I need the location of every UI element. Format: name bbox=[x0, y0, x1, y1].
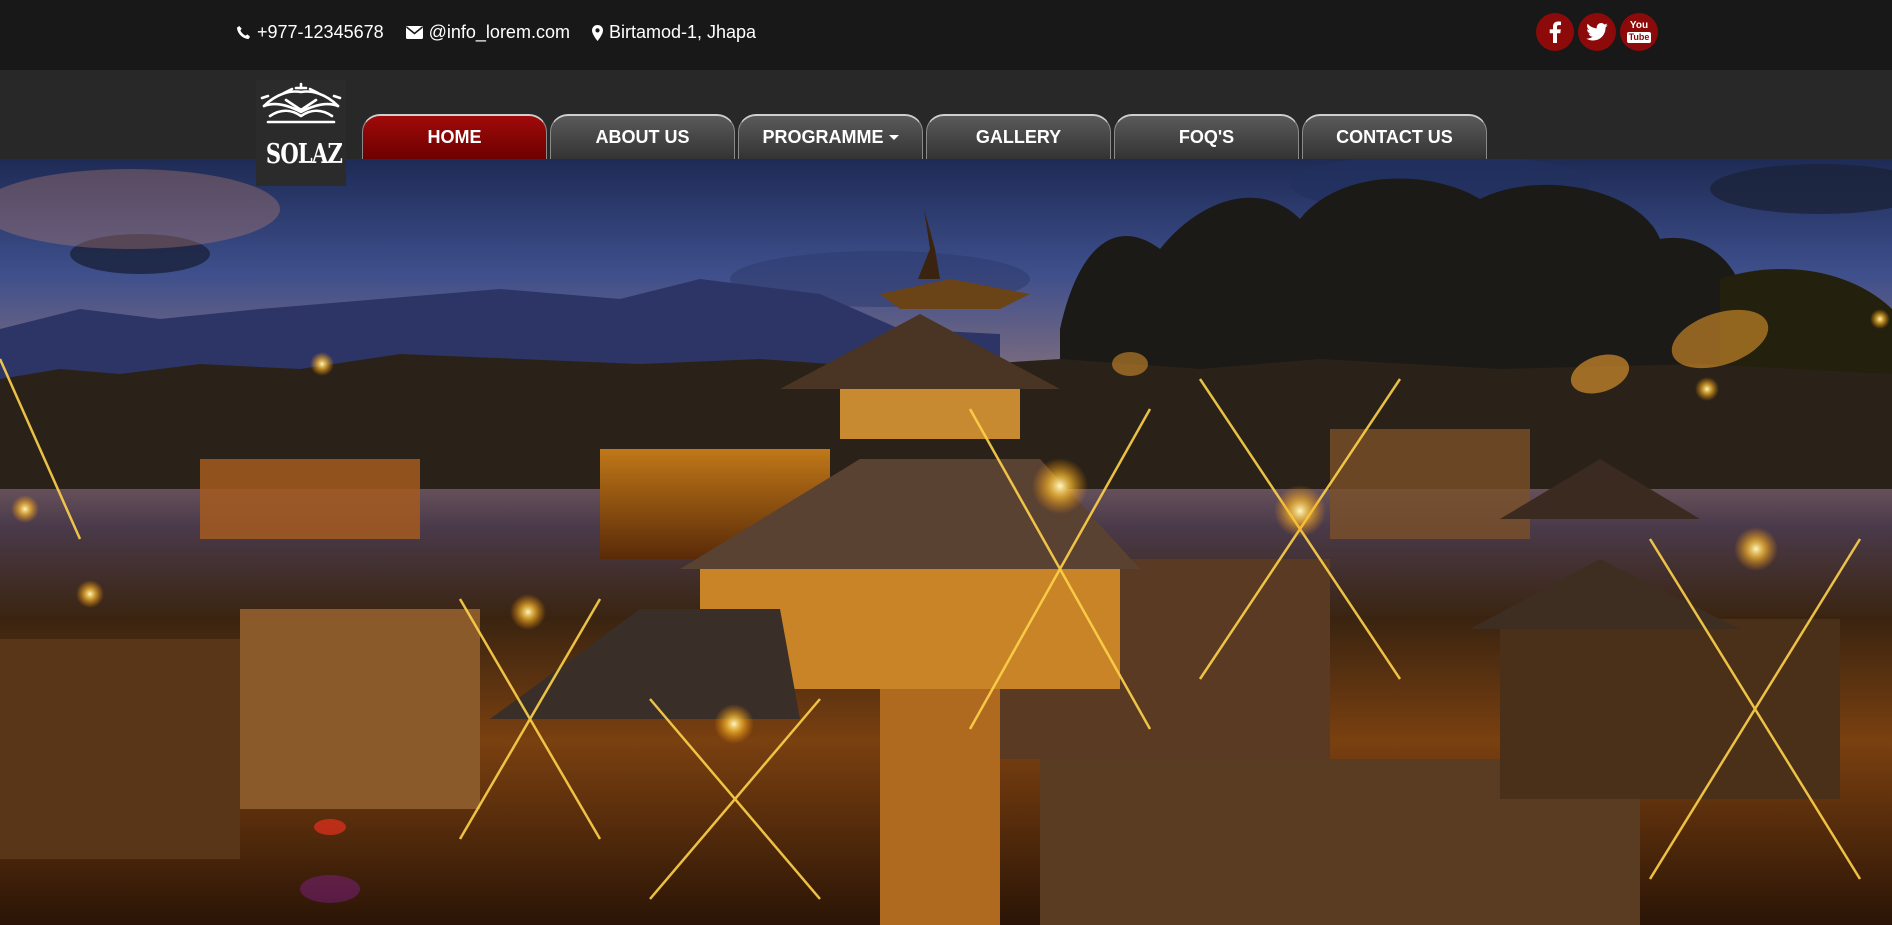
contact-info: +977-12345678 @info_lorem.com Birtamod-1… bbox=[236, 22, 756, 43]
twitter-link[interactable] bbox=[1578, 13, 1616, 51]
map-marker-icon bbox=[591, 24, 603, 41]
nav-faq-label: FOQ'S bbox=[1178, 127, 1235, 147]
nav-contact-us[interactable]: CONTACT US bbox=[1302, 114, 1487, 159]
nav-gallery-label: GALLERY bbox=[975, 127, 1062, 147]
nav-faq[interactable]: FOQ'S bbox=[1114, 114, 1299, 159]
nav-programme-label: PROGRAMME bbox=[762, 127, 884, 147]
crown-icon bbox=[260, 82, 342, 124]
site-logo[interactable]: SOLAZ bbox=[256, 80, 346, 186]
caret-down-icon bbox=[888, 135, 899, 140]
address-text: Birtamod-1, Jhapa bbox=[608, 22, 757, 42]
nav-programme[interactable]: PROGRAMME bbox=[738, 114, 923, 159]
hero-image bbox=[0, 159, 1892, 925]
twitter-icon bbox=[1586, 23, 1608, 41]
email-address: @info_lorem.com bbox=[428, 22, 570, 42]
nav-about-us-label: ABOUT US bbox=[595, 127, 690, 147]
envelope-icon bbox=[405, 26, 423, 39]
phone-icon bbox=[236, 25, 251, 40]
facebook-link[interactable] bbox=[1536, 13, 1574, 51]
email-contact[interactable]: @info_lorem.com bbox=[405, 22, 570, 43]
facebook-icon bbox=[1549, 21, 1561, 43]
youtube-icon: You Tube bbox=[1626, 20, 1652, 43]
main-nav: HOME ABOUT US PROGRAMME GALLERY FOQ'S CO… bbox=[362, 114, 1487, 159]
phone-number: +977-12345678 bbox=[257, 22, 384, 42]
logo-text: SOLAZ bbox=[265, 139, 343, 170]
hero-banner bbox=[0, 159, 1892, 925]
nav-about-us[interactable]: ABOUT US bbox=[550, 114, 735, 159]
address-contact: Birtamod-1, Jhapa bbox=[591, 22, 757, 43]
phone-contact[interactable]: +977-12345678 bbox=[236, 22, 384, 43]
nav-gallery[interactable]: GALLERY bbox=[926, 114, 1111, 159]
youtube-link[interactable]: You Tube bbox=[1620, 13, 1658, 51]
social-links: You Tube bbox=[1536, 13, 1658, 51]
nav-home-label: HOME bbox=[427, 127, 482, 147]
nav-home[interactable]: HOME bbox=[362, 114, 547, 159]
top-bar: +977-12345678 @info_lorem.com Birtamod-1… bbox=[0, 0, 1892, 70]
nav-contact-us-label: CONTACT US bbox=[1336, 127, 1453, 147]
